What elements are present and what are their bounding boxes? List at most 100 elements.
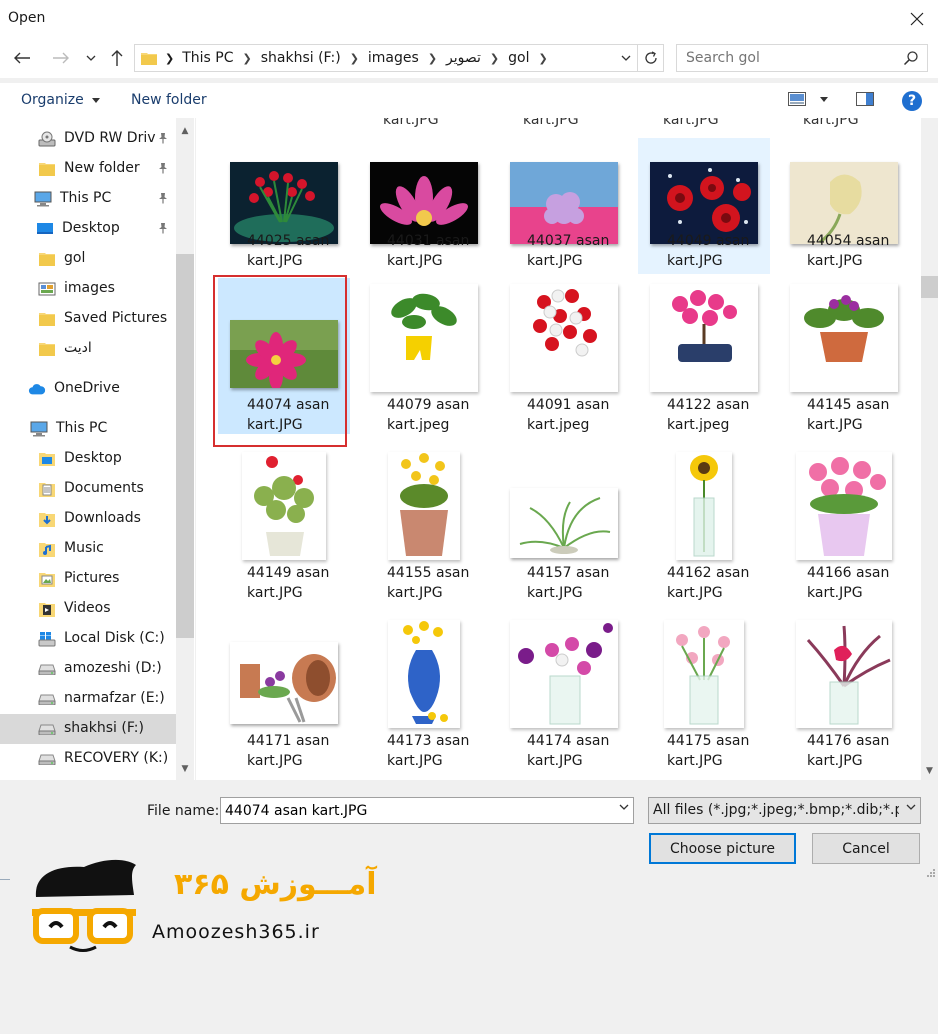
sidebar-item-shakhsi-f[interactable]: shakhsi (F:) — [0, 714, 176, 744]
file-tile[interactable]: 44149 asan kart.JPG — [218, 446, 350, 602]
file-tile[interactable]: 44079 asan kart.jpeg — [358, 278, 490, 434]
file-list-scrollbar[interactable] — [921, 118, 938, 780]
breadcrumb-separator-icon[interactable]: ❯ — [428, 52, 437, 65]
sidebar-item-gol[interactable]: gol — [0, 244, 176, 274]
address-dropdown-button[interactable] — [615, 45, 637, 71]
file-caption-partial[interactable]: kart.JPG — [523, 118, 579, 128]
edge-line — [0, 879, 10, 880]
chevron-down-icon[interactable] — [619, 804, 629, 810]
cloud-icon — [28, 381, 46, 397]
sidebar-item-dvd-rw-driv[interactable]: DVD RW Driv — [0, 124, 176, 154]
file-caption-partial[interactable]: kart.JPG — [803, 118, 859, 128]
file-tile[interactable]: 44174 asan kart.JPG — [498, 614, 630, 770]
organize-button[interactable]: Organize — [21, 92, 101, 108]
file-thumbnail — [510, 284, 618, 392]
file-extension-line: kart.JPG — [387, 753, 443, 769]
sidebar-item-desktop[interactable]: Desktop — [0, 214, 176, 244]
file-tile[interactable]: 44054 asan kart.JPG — [778, 138, 910, 274]
sidebar-item-label: ادیت — [64, 340, 92, 356]
breadcrumb-gol[interactable]: gol — [508, 50, 529, 66]
sidebar-item-desktop[interactable]: Desktop — [0, 444, 176, 474]
address-bar[interactable]: ❯ This PC ❯ shakhsi (F:) ❯ images ❯ تصوی… — [134, 44, 664, 72]
images-folder-icon — [38, 281, 56, 297]
file-list[interactable]: kart.JPG kart.JPG kart.JPG kart.JPG 44025 as… — [196, 118, 921, 780]
file-caption-partial[interactable]: kart.JPG — [663, 118, 719, 128]
sidebar-item-saved-pictures[interactable]: Saved Pictures — [0, 304, 176, 334]
file-list-scroll-thumb[interactable] — [921, 276, 938, 298]
back-button[interactable] — [9, 44, 35, 72]
sidebar-item-onedrive[interactable]: OneDrive — [0, 374, 176, 404]
file-tile[interactable]: 44176 asan kart.JPG — [778, 614, 910, 770]
sidebar-item-label: Saved Pictures — [64, 310, 168, 326]
file-name-line: 44025 asan — [247, 233, 330, 249]
help-button[interactable]: ? — [902, 91, 922, 111]
file-tile[interactable]: 44122 asan kart.jpeg — [638, 278, 770, 434]
file-tile[interactable]: 44049 asan kart.JPG — [638, 138, 770, 274]
file-tile[interactable]: 44162 asan kart.JPG — [638, 446, 770, 602]
scroll-down-arrow[interactable]: ▼ — [176, 760, 194, 778]
sidebar-item-videos[interactable]: Videos — [0, 594, 176, 624]
up-button[interactable] — [104, 44, 130, 72]
sidebar-item-label: amozeshi (D:) — [64, 660, 162, 676]
file-tile[interactable]: 44157 asan kart.JPG — [498, 446, 630, 602]
file-name-combobox[interactable] — [220, 797, 634, 824]
breadcrumb-this-pc[interactable]: This PC — [182, 50, 233, 66]
file-type-select[interactable]: All files (*.jpg;*.jpeg;*.bmp;*.dib;*.pn… — [648, 797, 921, 824]
sidebar-item-local-disk-c[interactable]: Local Disk (C:) — [0, 624, 176, 654]
navigation-pane[interactable]: DVD RW Driv New folder This PC Desktop gol im… — [0, 118, 195, 780]
scroll-down-arrow[interactable]: ▼ — [921, 762, 938, 780]
sidebar-item-this-pc[interactable]: This PC — [0, 184, 176, 214]
sidebar-item-recovery-k[interactable]: RECOVERY (K:) — [0, 744, 176, 774]
search-icon[interactable] — [903, 50, 919, 66]
breadcrumb-separator-icon[interactable]: ❯ — [538, 52, 547, 65]
sidebar-scroll-thumb[interactable] — [176, 254, 194, 638]
breadcrumb-separator-icon[interactable]: ❯ — [350, 52, 359, 65]
breadcrumb-separator-icon[interactable]: ❯ — [243, 52, 252, 65]
breadcrumb-drive[interactable]: shakhsi (F:) — [261, 50, 341, 66]
sidebar-item-amozeshi-d[interactable]: amozeshi (D:) — [0, 654, 176, 684]
sidebar-item-music[interactable]: Music — [0, 534, 176, 564]
file-tile[interactable]: 44091 asan kart.jpeg — [498, 278, 630, 434]
file-tile[interactable]: 44175 asan kart.JPG — [638, 614, 770, 770]
close-button[interactable] — [902, 4, 932, 34]
new-folder-button[interactable]: New folder — [131, 92, 207, 108]
choose-picture-button[interactable]: Choose picture — [649, 833, 796, 864]
sidebar-item-downloads[interactable]: Downloads — [0, 504, 176, 534]
file-name-caption: 44037 asan kart.JPG — [527, 231, 627, 271]
search-input[interactable] — [677, 45, 897, 71]
sidebar-item-this-pc[interactable]: This PC — [0, 414, 176, 444]
sidebar-item-pictures[interactable]: Pictures — [0, 564, 176, 594]
file-tile[interactable]: 44025 asan kart.JPG — [218, 138, 350, 274]
preview-pane-button[interactable] — [856, 92, 874, 110]
file-tile[interactable]: 44145 asan kart.JPG — [778, 278, 910, 434]
file-name-line: 44145 asan — [807, 397, 890, 413]
file-name-caption: 44166 asan kart.JPG — [807, 563, 907, 603]
file-tile[interactable]: 44155 asan kart.JPG — [358, 446, 490, 602]
file-name-input[interactable] — [221, 798, 601, 823]
sidebar-item-images[interactable]: images — [0, 274, 176, 304]
breadcrumb-tasvir[interactable]: تصویر — [446, 50, 481, 66]
sidebar-item-narmafzar-e[interactable]: narmafzar (E:) — [0, 684, 176, 714]
breadcrumb-separator-icon[interactable]: ❯ — [490, 52, 499, 65]
file-tile[interactable]: 44031 asan kart.JPG — [358, 138, 490, 274]
file-tile[interactable]: 44166 asan kart.JPG — [778, 446, 910, 602]
scroll-up-arrow[interactable]: ▲ — [176, 122, 194, 140]
file-tile[interactable]: 44171 asan kart.JPG — [218, 614, 350, 770]
sidebar-item-new-folder[interactable]: New folder — [0, 154, 176, 184]
breadcrumb-images[interactable]: images — [368, 50, 419, 66]
file-tile[interactable]: 44173 asan kart.JPG — [358, 614, 490, 770]
file-caption-partial[interactable]: kart.JPG — [383, 118, 439, 128]
recent-locations-button[interactable] — [80, 44, 102, 72]
file-name-caption: 44157 asan kart.JPG — [527, 563, 627, 603]
file-extension-line: kart.JPG — [807, 253, 863, 269]
arrow-up-icon — [111, 50, 123, 66]
cancel-button[interactable]: Cancel — [812, 833, 920, 864]
file-tile[interactable]: 44037 asan kart.JPG — [498, 138, 630, 274]
refresh-button[interactable] — [637, 45, 663, 71]
change-view-button[interactable] — [788, 92, 828, 106]
forward-button[interactable] — [48, 44, 74, 72]
sidebar-item-[interactable]: ادیت — [0, 334, 176, 364]
search-box[interactable] — [676, 44, 928, 72]
sidebar-item-documents[interactable]: Documents — [0, 474, 176, 504]
resize-grip-icon[interactable] — [926, 868, 936, 878]
